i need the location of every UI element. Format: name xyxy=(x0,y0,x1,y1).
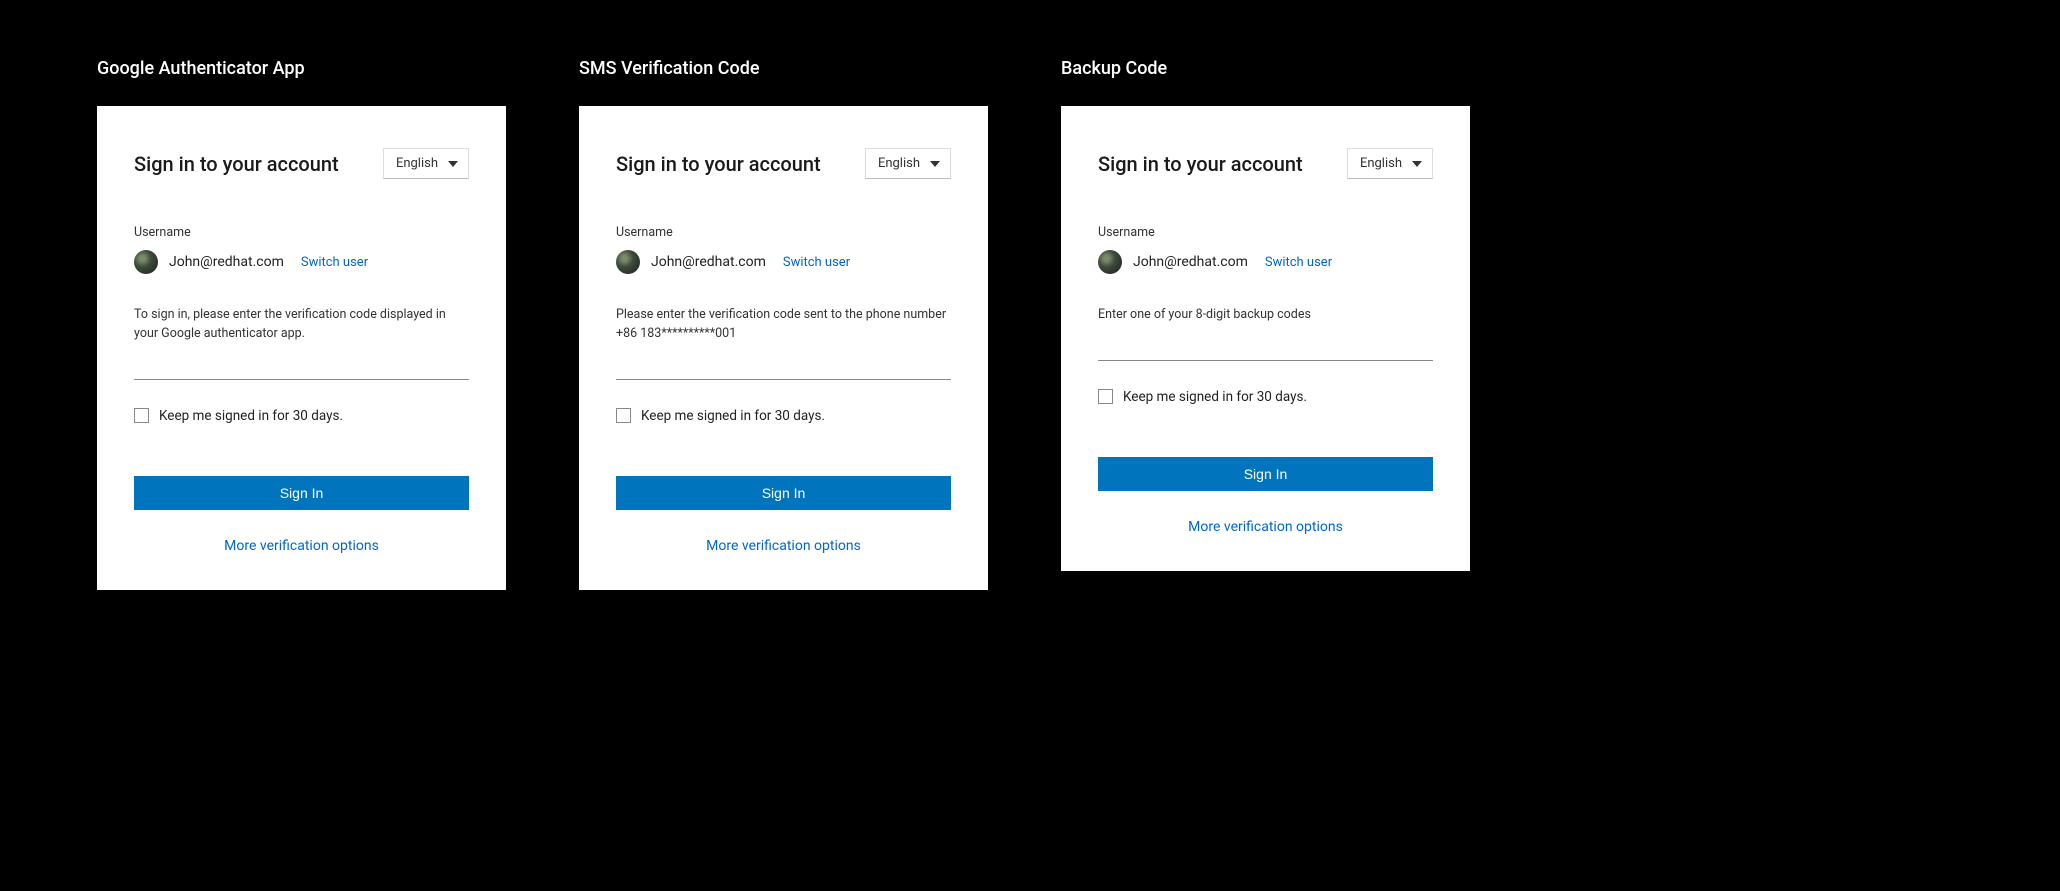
signin-button[interactable]: Sign In xyxy=(134,476,469,510)
chevron-down-icon xyxy=(1412,161,1422,167)
language-select[interactable]: English xyxy=(383,148,469,179)
username-label: Username xyxy=(134,225,469,240)
panel-title: Backup Code xyxy=(1061,58,1470,79)
backup-code-input[interactable] xyxy=(1098,331,1433,361)
language-selected: English xyxy=(878,156,920,171)
panel-sms-verification: SMS Verification Code Sign in to your ac… xyxy=(579,58,988,590)
panel-title: Google Authenticator App xyxy=(97,58,506,79)
panel-title: SMS Verification Code xyxy=(579,58,988,79)
instruction-text: To sign in, please enter the verificatio… xyxy=(134,306,469,344)
switch-user-link[interactable]: Switch user xyxy=(301,255,368,270)
user-email: John@redhat.com xyxy=(1133,254,1248,270)
avatar xyxy=(134,250,158,274)
signin-card: Sign in to your account English Username… xyxy=(1061,106,1470,571)
language-select[interactable]: English xyxy=(1347,148,1433,179)
user-email: John@redhat.com xyxy=(169,254,284,270)
keep-signed-label[interactable]: Keep me signed in for 30 days. xyxy=(159,408,343,424)
username-label: Username xyxy=(616,225,951,240)
switch-user-link[interactable]: Switch user xyxy=(783,255,850,270)
keep-signed-label[interactable]: Keep me signed in for 30 days. xyxy=(1123,389,1307,405)
keep-signed-checkbox[interactable] xyxy=(616,408,631,423)
panel-google-authenticator: Google Authenticator App Sign in to your… xyxy=(97,58,506,590)
panel-backup-code: Backup Code Sign in to your account Engl… xyxy=(1061,58,1470,590)
more-verification-options-link[interactable]: More verification options xyxy=(134,538,469,554)
signin-button[interactable]: Sign In xyxy=(616,476,951,510)
card-title: Sign in to your account xyxy=(1098,152,1303,176)
keep-signed-checkbox[interactable] xyxy=(134,408,149,423)
signin-button[interactable]: Sign In xyxy=(1098,457,1433,491)
language-select[interactable]: English xyxy=(865,148,951,179)
chevron-down-icon xyxy=(448,161,458,167)
language-selected: English xyxy=(1360,156,1402,171)
verification-code-input[interactable] xyxy=(134,350,469,380)
more-verification-options-link[interactable]: More verification options xyxy=(1098,519,1433,535)
instruction-text: Please enter the verification code sent … xyxy=(616,306,951,344)
avatar xyxy=(1098,250,1122,274)
username-label: Username xyxy=(1098,225,1433,240)
verification-code-input[interactable] xyxy=(616,350,951,380)
keep-signed-label[interactable]: Keep me signed in for 30 days. xyxy=(641,408,825,424)
signin-card: Sign in to your account English Username… xyxy=(97,106,506,590)
language-selected: English xyxy=(396,156,438,171)
card-title: Sign in to your account xyxy=(134,152,339,176)
chevron-down-icon xyxy=(930,161,940,167)
avatar xyxy=(616,250,640,274)
instruction-text: Enter one of your 8-digit backup codes xyxy=(1098,306,1433,325)
user-email: John@redhat.com xyxy=(651,254,766,270)
switch-user-link[interactable]: Switch user xyxy=(1265,255,1332,270)
signin-card: Sign in to your account English Username… xyxy=(579,106,988,590)
card-title: Sign in to your account xyxy=(616,152,821,176)
keep-signed-checkbox[interactable] xyxy=(1098,389,1113,404)
more-verification-options-link[interactable]: More verification options xyxy=(616,538,951,554)
